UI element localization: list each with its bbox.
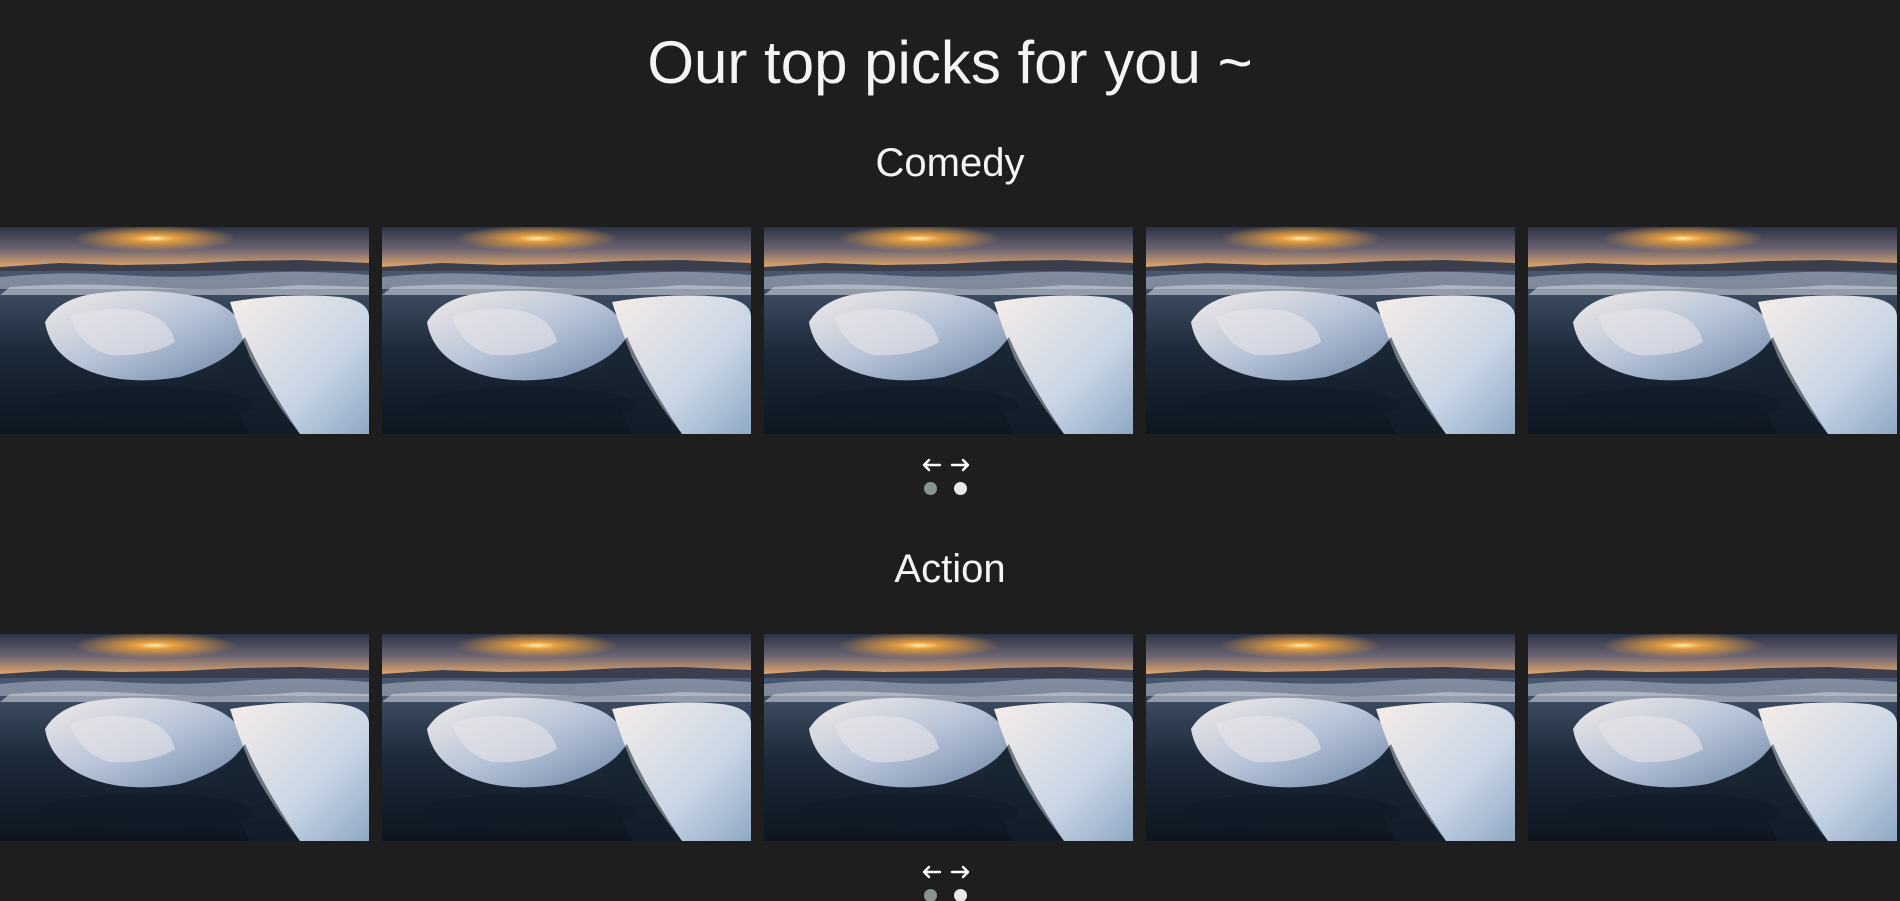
carousel-controls-action (0, 863, 1900, 901)
movie-card[interactable] (764, 634, 1133, 841)
carousel-dots (924, 482, 974, 496)
movie-card[interactable] (382, 227, 751, 434)
movie-card[interactable] (1528, 227, 1897, 434)
carousel-action[interactable] (0, 634, 1900, 841)
carousel-dot[interactable] (954, 889, 967, 901)
movie-card[interactable] (1146, 227, 1515, 434)
iceberg-sunset-image (382, 634, 751, 841)
movie-card[interactable] (1528, 634, 1897, 841)
iceberg-sunset-image (1528, 634, 1897, 841)
arrow-left-icon[interactable] (920, 863, 942, 881)
movie-card[interactable] (1146, 634, 1515, 841)
carousel-arrows (920, 863, 976, 881)
movie-card[interactable] (0, 634, 369, 841)
carousel-comedy[interactable] (0, 227, 1900, 434)
iceberg-sunset-image (382, 227, 751, 434)
movie-card[interactable] (0, 227, 369, 434)
page: Our top picks for you ~ Comedy Action (0, 0, 1900, 901)
page-title: Our top picks for you ~ (647, 29, 1253, 96)
arrow-right-icon[interactable] (950, 863, 972, 881)
section-title-action: Action (894, 547, 1006, 591)
iceberg-sunset-image (0, 634, 369, 841)
movie-card[interactable] (382, 634, 751, 841)
section-title-comedy: Comedy (875, 141, 1025, 185)
iceberg-sunset-image (764, 227, 1133, 434)
iceberg-sunset-image (1146, 634, 1515, 841)
carousel-dot[interactable] (924, 889, 937, 901)
carousel-arrows (920, 456, 976, 474)
arrow-left-icon[interactable] (920, 456, 942, 474)
movie-card[interactable] (764, 227, 1133, 434)
arrow-right-icon[interactable] (950, 456, 972, 474)
carousel-controls-comedy (0, 456, 1900, 496)
carousel-dots (924, 889, 974, 901)
iceberg-sunset-image (0, 227, 369, 434)
carousel-dot[interactable] (954, 482, 967, 495)
carousel-dot[interactable] (924, 482, 937, 495)
iceberg-sunset-image (764, 634, 1133, 841)
iceberg-sunset-image (1146, 227, 1515, 434)
iceberg-sunset-image (1528, 227, 1897, 434)
